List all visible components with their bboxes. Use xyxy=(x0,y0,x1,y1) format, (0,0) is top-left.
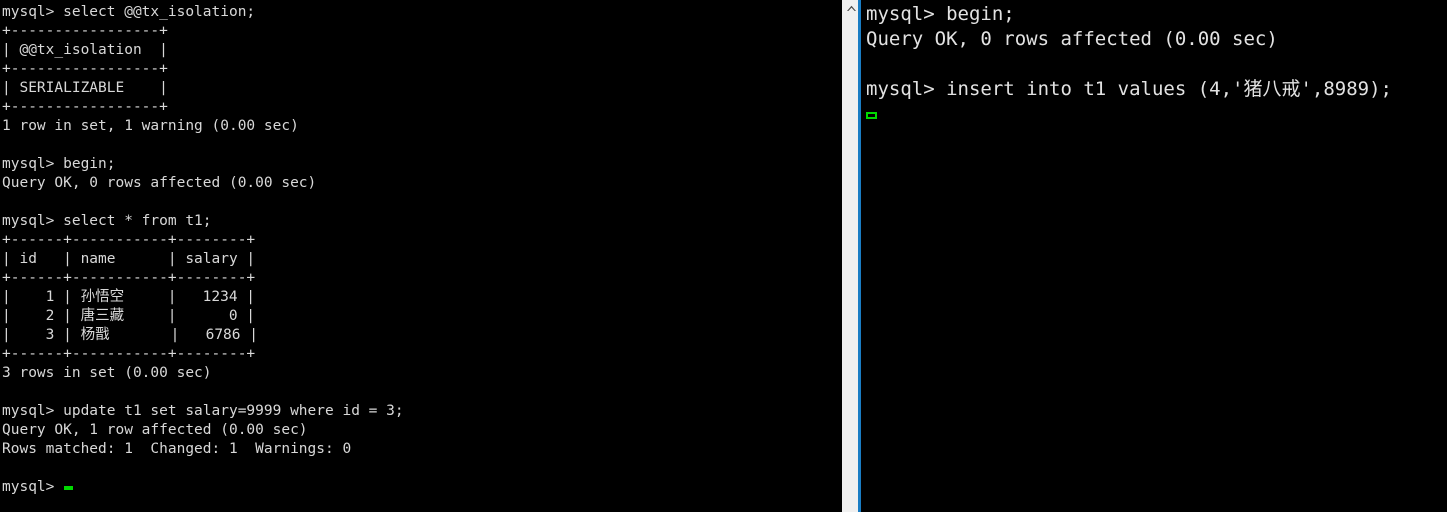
right-terminal-window[interactable]: mysql> begin; Query OK, 0 rows affected … xyxy=(861,0,1447,512)
text-cursor xyxy=(866,112,877,119)
terminal-line: mysql> insert into t1 values (4,'猪八戒',89… xyxy=(866,78,1392,100)
terminal-line: 3 rows in set (0.00 sec) xyxy=(2,365,212,381)
terminal-line: mysql> select * from t1; xyxy=(2,213,212,229)
terminal-line: 1 row in set, 1 warning (0.00 sec) xyxy=(2,118,299,134)
scroll-up-icon[interactable] xyxy=(843,0,859,17)
left-terminal-window[interactable]: mysql> select @@tx_isolation; +---------… xyxy=(0,0,842,512)
prompt-text: mysql> xyxy=(2,479,64,495)
table-row: | 1 | 孙悟空 | 1234 | xyxy=(2,289,256,305)
terminal-line: +-----------------+ xyxy=(2,99,168,115)
right-terminal-output: mysql> begin; Query OK, 0 rows affected … xyxy=(866,2,1447,127)
screen-root: mysql> select @@tx_isolation; +---------… xyxy=(0,0,1447,512)
terminal-line: +------+-----------+--------+ xyxy=(2,346,256,362)
terminal-line: +-----------------+ xyxy=(2,23,168,39)
terminal-line: mysql> select @@tx_isolation; xyxy=(2,4,256,20)
terminal-line: | SERIALIZABLE | xyxy=(2,80,168,96)
text-cursor xyxy=(64,486,74,490)
terminal-line: Rows matched: 1 Changed: 1 Warnings: 0 xyxy=(2,441,352,457)
terminal-line: mysql> begin; xyxy=(866,3,1015,25)
table-row: | 2 | 唐三藏 | 0 | xyxy=(2,308,256,324)
terminal-line: Query OK, 0 rows affected (0.00 sec) xyxy=(2,175,317,191)
terminal-line: | @@tx_isolation | xyxy=(2,42,168,58)
vertical-scrollbar[interactable] xyxy=(842,0,858,512)
terminal-line: mysql> update t1 set salary=9999 where i… xyxy=(2,403,404,419)
terminal-line: Query OK, 1 row affected (0.00 sec) xyxy=(2,422,308,438)
terminal-line: | id | name | salary | xyxy=(2,251,256,267)
terminal-line: Query OK, 0 rows affected (0.00 sec) xyxy=(866,28,1278,50)
terminal-prompt-line: mysql> xyxy=(2,478,840,497)
table-row: | 3 | 杨戬 | 6786 | xyxy=(2,327,258,343)
terminal-line: mysql> begin; xyxy=(2,156,116,172)
terminal-prompt-line xyxy=(866,102,1447,127)
terminal-line: +-----------------+ xyxy=(2,61,168,77)
terminal-line: +------+-----------+--------+ xyxy=(2,232,256,248)
terminal-line: +------+-----------+--------+ xyxy=(2,270,256,286)
left-terminal-output: mysql> select @@tx_isolation; +---------… xyxy=(2,3,840,497)
